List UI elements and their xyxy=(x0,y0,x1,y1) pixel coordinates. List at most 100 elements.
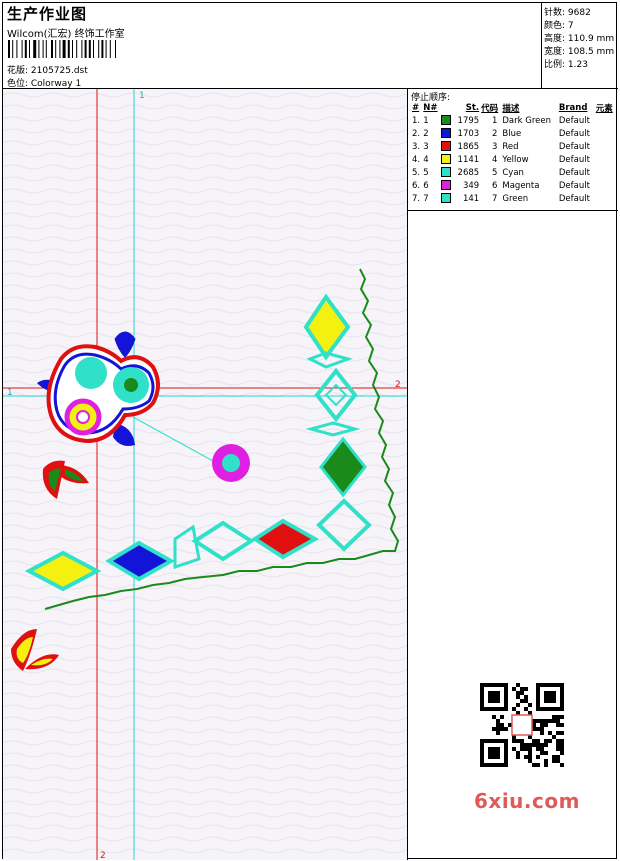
site-watermark: 6xiu.com xyxy=(474,789,580,813)
row-needle: 2 xyxy=(423,128,429,139)
row-brand: Default xyxy=(558,128,590,139)
row-description: Cyan xyxy=(502,167,524,178)
stat-stitches: 针数: 9682 xyxy=(544,8,591,18)
row-description: Yellow xyxy=(502,154,529,165)
row-needle: 6 xyxy=(423,180,429,191)
row-code: 1 xyxy=(491,115,498,126)
cyan-guide-label: 1 xyxy=(139,91,145,101)
row-color-swatch xyxy=(440,127,453,140)
table-row: 2. 2 1703 2 Blue Default xyxy=(411,127,616,140)
row-brand: Default xyxy=(558,180,590,191)
h-guide-label-left: 1 xyxy=(7,388,13,398)
table-row: 5. 5 2685 5 Cyan Default xyxy=(411,166,616,179)
company-name: Wilcom(汇宏) 终饰工作室 xyxy=(7,29,125,40)
row-stitches: 1141 xyxy=(457,154,480,165)
table-row: 7. 7 141 7 Green Default xyxy=(411,192,616,205)
row-index: 5. xyxy=(412,167,421,178)
row-description: Dark Green xyxy=(502,115,551,126)
row-brand: Default xyxy=(558,154,590,165)
row-index: 4. xyxy=(412,154,421,165)
row-stitches: 141 xyxy=(462,193,480,204)
col-header-needle: N# xyxy=(423,102,438,113)
design-stats: 针数: 9682 颜色: 7 高度: 110.9 mm 宽度: 108.5 mm… xyxy=(541,3,618,89)
row-description: Magenta xyxy=(502,180,540,191)
row-brand: Default xyxy=(558,115,590,126)
row-code: 5 xyxy=(491,167,498,178)
row-stitches: 349 xyxy=(462,180,480,191)
row-code: 6 xyxy=(491,180,498,191)
col-header-stitches: St. xyxy=(465,102,480,113)
row-element xyxy=(595,114,616,127)
row-brand: Default xyxy=(558,193,590,204)
row-color-swatch xyxy=(440,114,453,127)
colorway-label: 色位: Colorway 1 xyxy=(7,79,82,89)
row-element xyxy=(595,140,616,153)
stat-scale: 比例: 1.23 xyxy=(544,60,588,70)
row-color-swatch xyxy=(440,179,453,192)
row-index: 7. xyxy=(412,193,421,204)
row-needle: 3 xyxy=(423,141,429,152)
red-guide-label-bottom: 2 xyxy=(100,851,106,860)
col-header-code: 代码 xyxy=(481,103,499,114)
row-brand: Default xyxy=(558,167,590,178)
row-code: 7 xyxy=(491,193,498,204)
row-index: 6. xyxy=(412,180,421,191)
row-element xyxy=(595,166,616,179)
barcode-image xyxy=(8,40,116,58)
col-header-description: 描述 xyxy=(502,103,520,114)
row-needle: 7 xyxy=(423,193,429,204)
row-needle: 4 xyxy=(423,154,429,165)
stat-height: 高度: 110.9 mm xyxy=(544,34,615,44)
embroidery-design: 1 2 1 2 xyxy=(3,89,407,860)
page-title: 生产作业图 xyxy=(7,5,88,23)
row-index: 2. xyxy=(412,128,421,139)
stop-sequence-panel: 停止顺序: # N# St. 代码 描述 Brand 元素 1. 1 1795 1 Da… xyxy=(408,89,618,860)
row-brand: Default xyxy=(558,141,590,152)
table-row: 3. 3 1865 3 Red Default xyxy=(411,140,616,153)
embroidery-preview: 1 2 1 2 xyxy=(3,89,408,860)
col-header-element: 元素 xyxy=(595,103,613,114)
row-element xyxy=(595,153,616,166)
cyan-circle-left xyxy=(75,357,107,389)
row-color-swatch xyxy=(440,140,453,153)
row-description: Blue xyxy=(502,128,522,139)
table-row: 1. 1 1795 1 Dark Green Default xyxy=(411,114,616,127)
qr-code-image xyxy=(470,681,580,771)
row-color-swatch xyxy=(440,192,453,205)
row-needle: 5 xyxy=(423,167,429,178)
row-needle: 1 xyxy=(423,115,429,126)
row-stitches: 1865 xyxy=(457,141,480,152)
row-color-swatch xyxy=(440,153,453,166)
row-element xyxy=(595,192,616,205)
stop-sequence-table: # N# St. 代码 描述 Brand 元素 1. 1 1795 1 Dark Gre… xyxy=(411,101,616,205)
header-info: 生产作业图 Wilcom(汇宏) 终饰工作室 花版: 2105725.dst 色… xyxy=(3,3,541,89)
row-stitches: 2685 xyxy=(457,167,480,178)
table-row: 6. 6 349 6 Magenta Default xyxy=(411,179,616,192)
row-color-swatch xyxy=(440,166,453,179)
row-code: 4 xyxy=(491,154,498,165)
table-header-row: # N# St. 代码 描述 Brand 元素 xyxy=(411,101,616,114)
table-divider xyxy=(408,210,618,211)
stat-colors: 颜色: 7 xyxy=(544,21,574,31)
col-header-index: # xyxy=(412,102,420,113)
production-sheet: 生产作业图 Wilcom(汇宏) 终饰工作室 花版: 2105725.dst 色… xyxy=(2,2,618,860)
green-center xyxy=(124,378,138,392)
col-header-color xyxy=(440,101,453,114)
design-file-label: 花版: 2105725.dst xyxy=(7,66,88,76)
magenta-center xyxy=(76,410,90,424)
row-description: Red xyxy=(502,141,519,152)
row-index: 1. xyxy=(412,115,421,126)
row-stitches: 1703 xyxy=(457,128,480,139)
col-header-brand: Brand xyxy=(558,102,588,113)
row-element xyxy=(595,127,616,140)
row-index: 3. xyxy=(412,141,421,152)
table-row: 4. 4 1141 4 Yellow Default xyxy=(411,153,616,166)
row-code: 3 xyxy=(491,141,498,152)
row-element xyxy=(595,179,616,192)
row-code: 2 xyxy=(491,128,498,139)
row-description: Green xyxy=(502,193,529,204)
h-guide-label-right: 2 xyxy=(395,380,401,390)
stat-width: 宽度: 108.5 mm xyxy=(544,47,615,57)
magenta-circle-center xyxy=(222,454,240,472)
row-stitches: 1795 xyxy=(457,115,480,126)
